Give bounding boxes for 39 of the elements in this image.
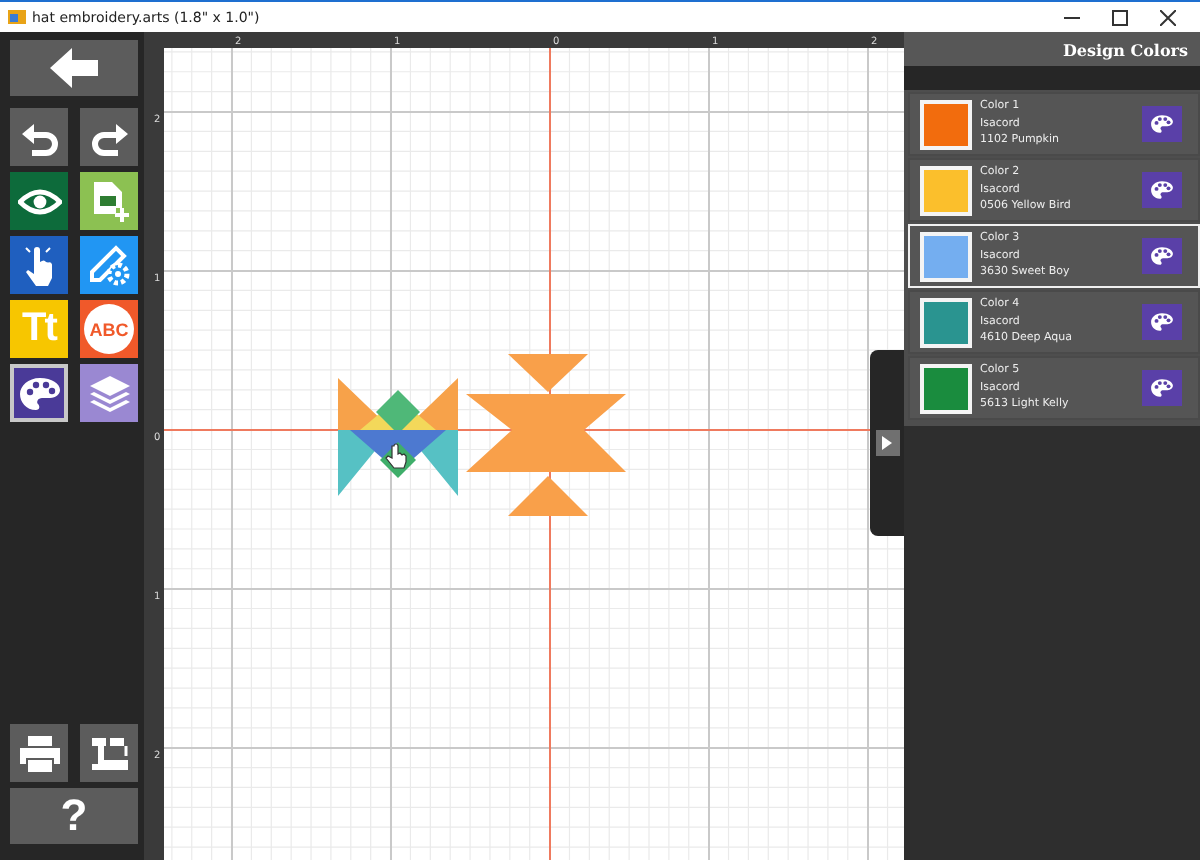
edit-button[interactable] [80, 236, 138, 294]
palette-icon [1150, 246, 1174, 266]
eye-icon [17, 187, 61, 215]
undo-icon [19, 119, 59, 155]
expand-button[interactable] [875, 430, 899, 456]
palette-icon [1150, 312, 1174, 332]
palette-icon [1150, 180, 1174, 200]
palette-button[interactable] [1142, 172, 1182, 208]
printer-icon [17, 733, 61, 773]
document-plus-icon [89, 179, 129, 223]
view-button[interactable] [10, 172, 68, 230]
print-button[interactable] [10, 724, 68, 782]
palette-button[interactable] [1142, 238, 1182, 274]
undo-button[interactable] [10, 108, 68, 166]
add-page-button[interactable] [80, 172, 138, 230]
panel-title: Design Colors [1062, 39, 1188, 59]
hand-pointer-icon [21, 243, 57, 287]
pencil-gear-icon [87, 243, 131, 287]
maximize-icon[interactable] [1112, 9, 1128, 25]
arrow-left-icon [50, 48, 98, 88]
back-button[interactable] [10, 40, 138, 96]
redo-icon [89, 119, 129, 155]
caret-right-icon [882, 436, 892, 450]
select-button[interactable] [10, 236, 68, 294]
layers-button[interactable] [80, 364, 138, 422]
palette-button[interactable] [1142, 106, 1182, 142]
colors-button[interactable] [10, 364, 68, 422]
hand-cursor-icon [385, 443, 407, 469]
app-icon [8, 8, 26, 26]
layers-icon [87, 373, 131, 413]
palette-icon [17, 375, 61, 411]
palette-icon [1150, 378, 1174, 398]
help-button[interactable]: ? [10, 788, 138, 844]
close-icon[interactable] [1160, 9, 1176, 25]
redo-button[interactable] [80, 108, 138, 166]
palette-icon [1150, 114, 1174, 134]
palette-button[interactable] [1142, 370, 1182, 406]
palette-button[interactable] [1142, 304, 1182, 340]
stitch-button[interactable] [80, 724, 138, 782]
